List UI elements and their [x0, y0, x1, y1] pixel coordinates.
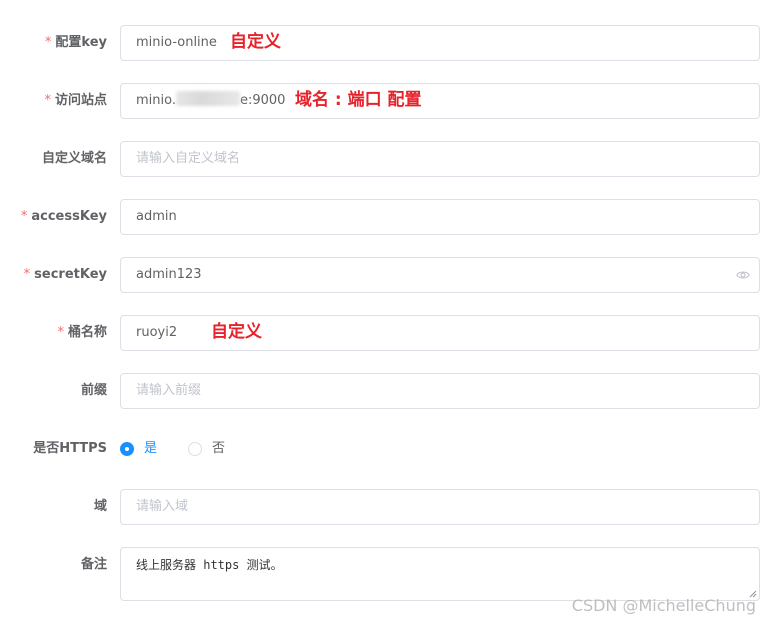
config-key-input[interactable]: minio-online — [120, 25, 760, 61]
secret-key-input[interactable]: admin123 — [120, 257, 760, 293]
custom-domain-placeholder: 请输入自定义域名 — [136, 151, 241, 166]
https-label: 是否HTTPS — [33, 441, 107, 456]
bucket-name-row: * 桶名称 ruoyi2 自定义 — [0, 315, 772, 351]
config-key-annotation: 自定义 — [230, 32, 281, 52]
remark-row: 备注 线上服务器 https 测试。 — [0, 547, 772, 601]
prefix-input[interactable]: 请输入前缀 — [120, 373, 760, 409]
config-key-value: minio-online — [136, 35, 217, 50]
bucket-name-annotation: 自定义 — [211, 322, 262, 342]
watermark: CSDN @MichelleChung — [571, 596, 756, 615]
redacted-blur — [175, 91, 240, 106]
custom-domain-label: 自定义域名 — [41, 151, 107, 166]
prefix-row: 前缀 请输入前缀 — [0, 373, 772, 409]
custom-domain-row: 自定义域名 请输入自定义域名 — [0, 141, 772, 177]
secret-key-label: * secretKey — [23, 267, 107, 282]
endpoint-value: minio. e:9000 — [136, 91, 286, 108]
region-label: 域 — [93, 499, 107, 514]
custom-domain-input[interactable]: 请输入自定义域名 — [120, 141, 760, 177]
secret-key-row: * secretKey admin123 — [0, 257, 772, 293]
https-no-label[interactable]: 否 — [212, 431, 225, 467]
access-key-label: * accessKey — [20, 209, 107, 224]
config-key-row: * 配置key minio-online 自定义 — [0, 25, 772, 61]
eye-icon[interactable] — [736, 269, 750, 281]
bucket-name-value: ruoyi2 — [136, 325, 178, 340]
endpoint-annotation: 域名 : 端口 配置 — [295, 90, 422, 110]
https-yes-radio[interactable] — [120, 442, 134, 456]
prefix-label: 前缀 — [80, 383, 107, 398]
https-yes-label[interactable]: 是 — [144, 431, 157, 467]
https-row: 是否HTTPS 是 否 — [0, 431, 772, 467]
endpoint-row: * 访问站点 minio. e:9000 域名 : 端口 配置 — [0, 83, 772, 119]
region-placeholder: 请输入域 — [136, 499, 189, 514]
remark-textarea[interactable]: 线上服务器 https 测试。 — [120, 547, 760, 601]
endpoint-input[interactable]: minio. e:9000 — [120, 83, 760, 119]
remark-label: 备注 — [80, 557, 107, 572]
prefix-placeholder: 请输入前缀 — [136, 383, 202, 398]
bucket-name-label: * 桶名称 — [57, 325, 107, 340]
config-key-label: * 配置key — [44, 35, 107, 50]
region-input[interactable]: 请输入域 — [120, 489, 760, 525]
https-no-radio[interactable] — [188, 442, 202, 456]
region-row: 域 请输入域 — [0, 489, 772, 525]
access-key-value: admin — [136, 209, 177, 224]
access-key-input[interactable]: admin — [120, 199, 760, 235]
access-key-row: * accessKey admin — [0, 199, 772, 235]
secret-key-value: admin123 — [136, 267, 202, 282]
endpoint-label: * 访问站点 — [44, 93, 107, 108]
remark-value: 线上服务器 https 测试。 — [136, 558, 283, 572]
